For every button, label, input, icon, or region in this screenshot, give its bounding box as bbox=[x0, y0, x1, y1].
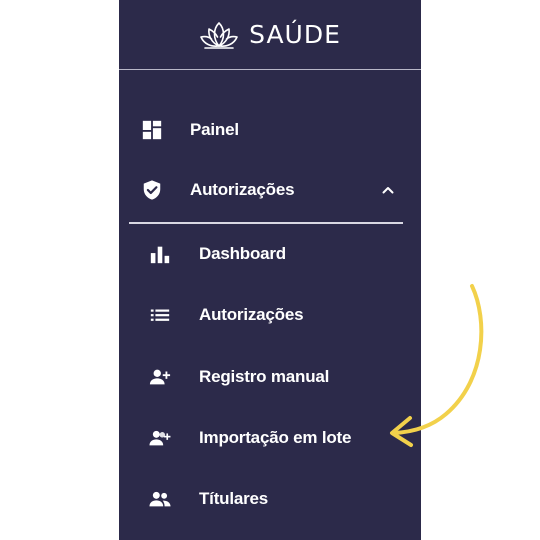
sidebar-item-label: Painel bbox=[190, 120, 239, 139]
sidebar-subitem-label: Importação em lote bbox=[199, 428, 352, 447]
sidebar-subitem-label: Registro manual bbox=[199, 367, 330, 386]
sidebar-subitem-importacao-em-lote[interactable]: Importação em lote bbox=[119, 418, 421, 458]
sidebar-item-label: Autorizações bbox=[190, 180, 295, 199]
dashboard-grid-icon bbox=[140, 118, 164, 142]
sidebar-item-painel[interactable]: Painel bbox=[119, 110, 421, 150]
people-icon bbox=[148, 487, 172, 511]
sidebar-subitem-autorizacoes[interactable]: Autorizações bbox=[119, 295, 421, 335]
brand-name: SAÚDE bbox=[249, 20, 341, 49]
sidebar-subitem-registro-manual[interactable]: Registro manual bbox=[119, 357, 421, 397]
sidebar-item-autorizacoes[interactable]: Autorizações bbox=[119, 170, 421, 210]
group-add-icon bbox=[148, 426, 172, 450]
sidebar-subitem-label: Dashboard bbox=[199, 244, 286, 263]
sidebar-subitem-titulares[interactable]: Títulares bbox=[119, 479, 421, 519]
shield-check-icon bbox=[140, 178, 164, 202]
annotation-arrow-icon bbox=[390, 284, 484, 447]
sidebar-subitem-dashboard[interactable]: Dashboard bbox=[119, 234, 421, 274]
chevron-up-icon[interactable] bbox=[379, 181, 397, 199]
bar-chart-icon bbox=[148, 242, 172, 266]
section-divider bbox=[129, 222, 403, 224]
sidebar-subitem-label: Autorizações bbox=[199, 305, 304, 324]
lotus-logo-icon bbox=[200, 21, 238, 49]
brand-header: SAÚDE bbox=[119, 0, 421, 70]
sidebar: SAÚDE Painel Autorizações Dashboard Auto… bbox=[119, 0, 421, 540]
list-icon bbox=[148, 303, 172, 327]
sidebar-subitem-label: Títulares bbox=[199, 489, 269, 508]
person-add-icon bbox=[148, 365, 172, 389]
